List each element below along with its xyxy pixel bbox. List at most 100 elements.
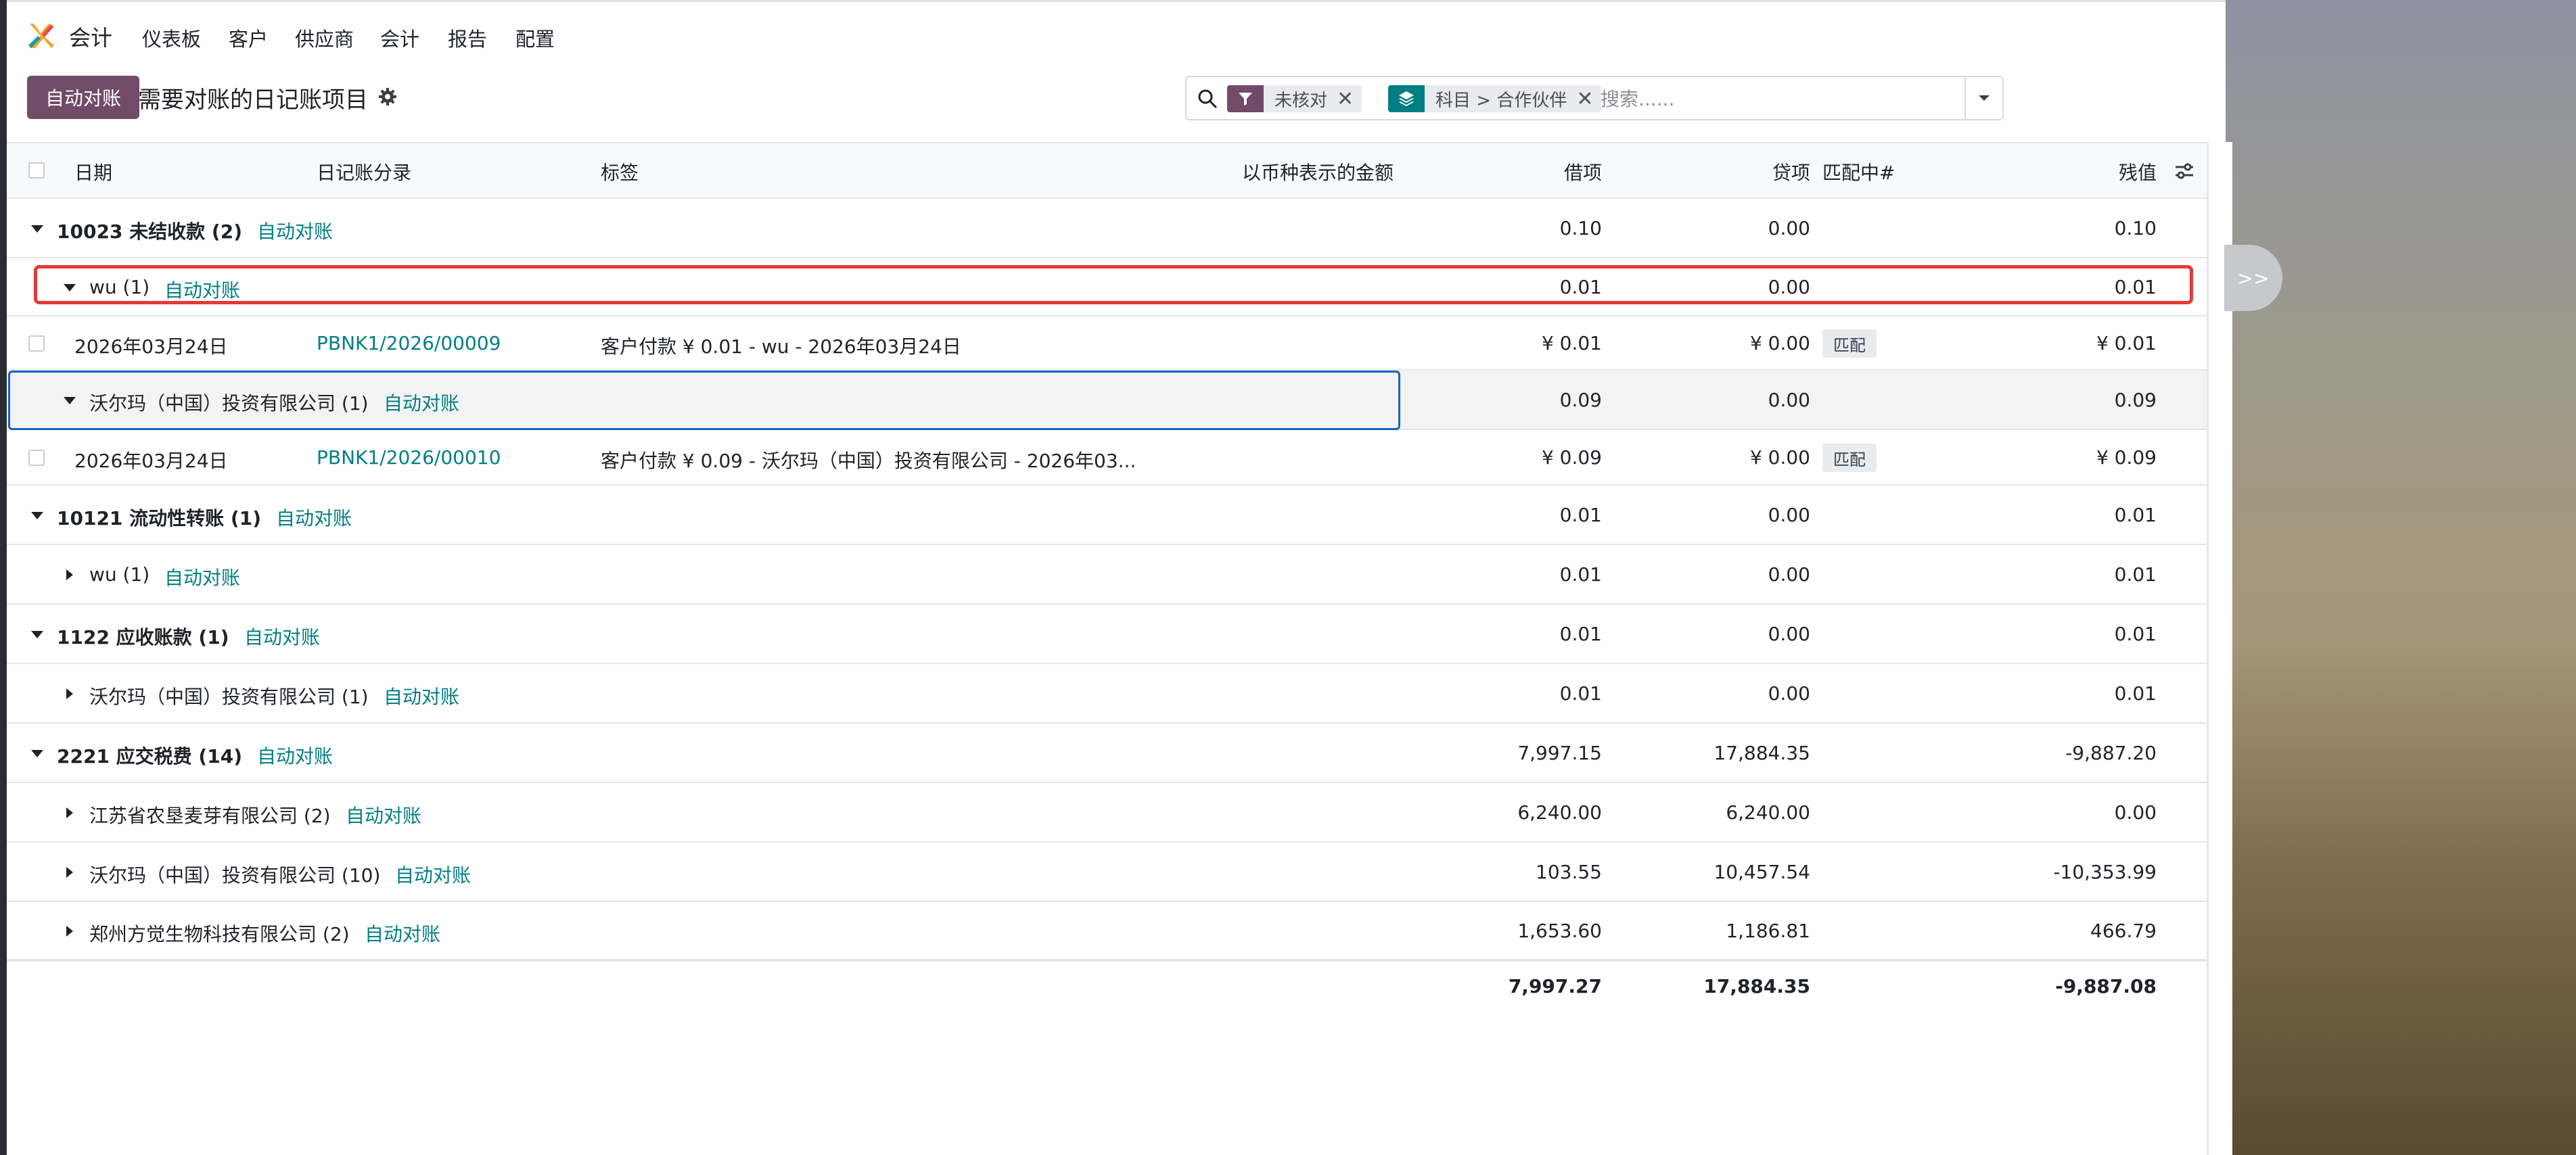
select-all-checkbox[interactable]: [28, 162, 45, 179]
balance-value: ¥ 0.01: [2096, 332, 2157, 354]
nav-accounting[interactable]: 会计: [380, 24, 419, 52]
credit-value: 0.00: [1768, 682, 1810, 705]
nav-dashboard[interactable]: 仪表板: [142, 24, 201, 52]
balance-value: 0.01: [2114, 623, 2157, 645]
group-row[interactable]: 沃尔玛（中国）投资有限公司 (10) 自动对账 103.55 10,457.54 -10…: [7, 843, 2207, 902]
groupby-facet[interactable]: 科目 > 合作伙伴 ✕: [1388, 85, 1602, 112]
auto-reconcile-link[interactable]: 自动对账: [365, 920, 440, 947]
balance-value: 0.01: [2114, 504, 2157, 526]
auto-reconcile-link[interactable]: 自动对账: [384, 682, 459, 709]
auto-reconcile-link[interactable]: 自动对账: [257, 742, 333, 769]
group-name[interactable]: 沃尔玛（中国）投资有限公司 (1): [89, 682, 369, 709]
column-label[interactable]: 标签: [601, 158, 639, 185]
remove-filter-icon[interactable]: ✕: [1337, 87, 1362, 111]
entry-label: 客户付款 ¥ 0.09 - 沃尔玛（中国）投资有限公司 - 2026年03...: [601, 450, 1136, 472]
optional-columns-icon[interactable]: [2174, 161, 2194, 186]
group-row[interactable]: 1122 应收账款 (1) 自动对账 0.01 0.00 0.01: [7, 605, 2207, 664]
record-row[interactable]: 2026年03月24日 PBNK1/2026/00010 客户付款 ¥ 0.09 -…: [7, 430, 2207, 486]
nav-reporting[interactable]: 报告: [448, 24, 487, 52]
nav-customers[interactable]: 客户: [229, 24, 268, 52]
group-name[interactable]: 10023 未结收款 (2): [57, 217, 242, 244]
group-name[interactable]: 沃尔玛（中国）投资有限公司 (10): [89, 861, 380, 888]
caret-down-icon[interactable]: [31, 631, 43, 638]
layers-icon: [1388, 85, 1425, 112]
total-balance: -9,887.08: [2055, 975, 2157, 997]
accounting-app: 会计 仪表板 客户 供应商 会计 报告 配置 自动对账 需要对账的日记账项目 未…: [7, 0, 2282, 1155]
column-date[interactable]: 日期: [74, 158, 112, 185]
nav-vendors[interactable]: 供应商: [295, 24, 354, 52]
credit-value: ¥ 0.00: [1749, 332, 1810, 354]
credit-value: 0.00: [1768, 623, 1810, 645]
remove-groupby-icon[interactable]: ✕: [1576, 87, 1601, 111]
group-row[interactable]: 江苏省农垦麦芽有限公司 (2) 自动对账 6,240.00 6,240.00 0.00: [7, 783, 2207, 843]
group-name[interactable]: 郑州方觉生物科技有限公司 (2): [89, 920, 350, 947]
matching-badge[interactable]: 匹配: [1822, 329, 1877, 358]
group-row[interactable]: 10121 流动性转账 (1) 自动对账 0.01 0.00 0.01: [7, 486, 2207, 545]
debit-value: 0.01: [1559, 563, 1602, 586]
auto-reconcile-link[interactable]: 自动对账: [244, 623, 320, 650]
credit-value: 0.00: [1768, 389, 1810, 411]
caret-down-icon[interactable]: [31, 225, 43, 233]
caret-right-icon[interactable]: [66, 867, 73, 878]
nav-configuration[interactable]: 配置: [515, 24, 555, 52]
credit-value: 1,186.81: [1726, 920, 1810, 942]
group-name[interactable]: wu (1): [89, 563, 150, 586]
group-row[interactable]: 10023 未结收款 (2) 自动对账 0.10 0.00 0.10: [7, 199, 2207, 258]
app-name[interactable]: 会计: [69, 21, 112, 52]
accounting-app-icon[interactable]: [26, 21, 55, 51]
caret-right-icon[interactable]: [66, 926, 73, 937]
column-matching[interactable]: 匹配中#: [1822, 158, 1895, 185]
debit-value: ¥ 0.01: [1541, 332, 1602, 354]
group-name[interactable]: 10121 流动性转账 (1): [57, 504, 261, 531]
group-row[interactable]: 2221 应交税费 (14) 自动对账 7,997.15 17,884.35 -9,88…: [7, 724, 2207, 783]
caret-down-icon[interactable]: [31, 512, 43, 519]
balance-value: 0.01: [2114, 563, 2157, 586]
auto-reconcile-link[interactable]: 自动对账: [257, 217, 333, 244]
auto-reconcile-link[interactable]: 自动对账: [395, 861, 471, 888]
gear-icon[interactable]: [377, 87, 398, 107]
row-checkbox[interactable]: [28, 335, 45, 352]
column-amount-currency[interactable]: 以币种表示的金额: [1242, 158, 1394, 185]
search-icon[interactable]: [1197, 89, 1218, 109]
column-journal-entry[interactable]: 日记账分录: [317, 158, 411, 185]
matching-badge[interactable]: 匹配: [1822, 444, 1877, 472]
caret-right-icon[interactable]: [66, 807, 73, 818]
journal-entry-link[interactable]: PBNK1/2026/00009: [317, 332, 501, 354]
column-credit[interactable]: 贷项: [1772, 158, 1810, 185]
debit-value: 1,653.60: [1517, 920, 1602, 942]
totals-row: 7,997.27 17,884.35 -9,887.08: [7, 960, 2207, 1012]
credit-value: 0.00: [1768, 504, 1810, 526]
auto-reconcile-link[interactable]: 自动对账: [164, 563, 240, 590]
group-name[interactable]: 江苏省农垦麦芽有限公司 (2): [89, 801, 331, 828]
group-row[interactable]: wu (1) 自动对账 0.01 0.00 0.01: [7, 545, 2207, 605]
focus-outline: [8, 371, 1400, 430]
auto-reconcile-button[interactable]: 自动对账: [27, 76, 139, 119]
filter-facet[interactable]: 未核对 ✕: [1227, 85, 1362, 112]
debit-value: 0.01: [1559, 682, 1602, 705]
debit-value: 7,997.15: [1517, 742, 1602, 764]
group-name[interactable]: 1122 应收账款 (1): [57, 623, 229, 650]
filter-icon: [1227, 85, 1264, 112]
column-balance[interactable]: 残值: [2119, 158, 2157, 185]
caret-right-icon[interactable]: [66, 688, 73, 699]
auto-reconcile-link[interactable]: 自动对账: [276, 504, 352, 531]
total-credit: 17,884.35: [1703, 975, 1810, 997]
row-checkbox[interactable]: [28, 450, 45, 466]
debit-value: 0.01: [1559, 623, 1602, 645]
balance-value: 0.10: [2114, 217, 2157, 239]
auto-reconcile-link[interactable]: 自动对账: [346, 801, 421, 828]
group-name[interactable]: 2221 应交税费 (14): [57, 742, 242, 769]
search-options-toggle[interactable]: [1964, 77, 2002, 119]
balance-value: -9,887.20: [2065, 742, 2157, 764]
column-debit[interactable]: 借项: [1564, 158, 1602, 185]
record-row[interactable]: 2026年03月24日 PBNK1/2026/00009 客户付款 ¥ 0.01 -…: [7, 316, 2207, 371]
credit-value: 10,457.54: [1714, 861, 1810, 883]
group-row[interactable]: 沃尔玛（中国）投资有限公司 (1) 自动对账 0.01 0.00 0.01: [7, 664, 2207, 724]
groupby-facet-label: 科目 > 合作伙伴: [1435, 90, 1567, 111]
group-row[interactable]: 郑州方觉生物科技有限公司 (2) 自动对账 1,653.60 1,186.81 466.…: [7, 902, 2207, 960]
caret-down-icon[interactable]: [31, 750, 43, 757]
search-input[interactable]: [1601, 85, 1952, 112]
journal-entry-link[interactable]: PBNK1/2026/00010: [317, 446, 501, 469]
entry-date: 2026年03月24日: [74, 450, 228, 472]
caret-right-icon[interactable]: [66, 569, 73, 580]
